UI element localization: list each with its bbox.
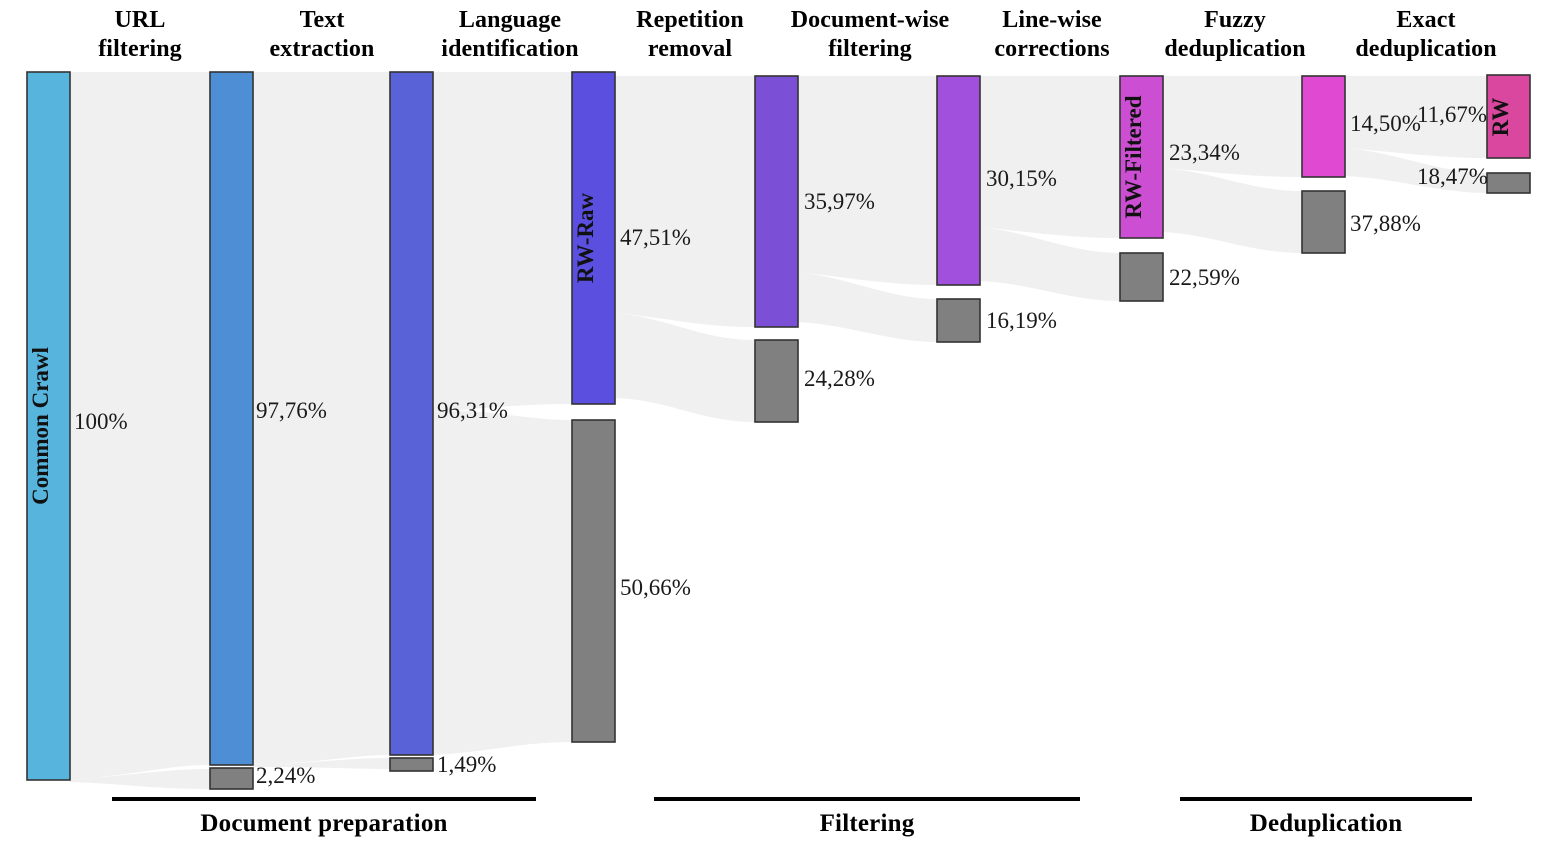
flow-band-removed-docfilter	[615, 313, 755, 422]
pct-label-removed-repetition: 50,66%	[620, 575, 691, 600]
node-removed-text-extraction[interactable]	[389, 757, 434, 772]
node-after-fuzzy-dedup[interactable]	[1301, 75, 1346, 178]
flow-band-removed-repetition	[433, 411, 572, 755]
node-after-text-extraction[interactable]	[389, 71, 434, 756]
node-after-document-filtering[interactable]	[936, 75, 981, 286]
node-after-repetition-removal[interactable]	[754, 75, 799, 328]
pct-label-removed-exact-dedup-a: 37,88%	[1350, 211, 1421, 236]
node-removed-fuzzy-dedup[interactable]	[1119, 252, 1164, 302]
phase-rule	[654, 797, 1080, 801]
pct-label-after-text-extraction: 96,31%	[437, 398, 508, 423]
pct-label-rw-raw: 47,51%	[620, 225, 691, 250]
flow-band-rwraw-to-docfilter	[615, 76, 755, 327]
pct-label-rw: 11,67%	[1417, 102, 1488, 127]
sankey-figure: URL filtering Text extraction Language i…	[0, 0, 1554, 866]
pct-label-after-url-filtering: 97,76%	[256, 398, 327, 423]
phase-filtering: Filtering	[654, 797, 1080, 838]
phase-label: Document preparation	[200, 810, 448, 837]
pct-label-after-repetition-removal: 35,97%	[804, 189, 875, 214]
pct-label-rw-filtered: 23,34%	[1169, 140, 1240, 165]
node-removed-document-filtering[interactable]	[754, 339, 799, 423]
phase-label: Filtering	[819, 810, 915, 837]
node-label-rw-raw: RW-Raw	[573, 192, 598, 283]
node-removed-exact-dedup-a[interactable]	[1301, 190, 1346, 254]
phase-deduplication: Deduplication	[1180, 797, 1472, 838]
node-after-url-filtering[interactable]	[209, 71, 254, 766]
pct-label-removed-fuzzy-dedup: 22,59%	[1169, 265, 1240, 290]
phase-rule	[1180, 797, 1472, 801]
flow-band-removed-fuzzy	[980, 227, 1120, 301]
node-removed-repetition[interactable]	[571, 419, 616, 743]
node-label-rw-filtered: RW-Filtered	[1121, 95, 1146, 218]
pct-label-removed-document-filtering: 24,28%	[804, 366, 875, 391]
node-removed-url-filtering[interactable]	[209, 767, 254, 790]
node-bars	[26, 71, 1531, 790]
pct-label-after-fuzzy-dedup: 14,50%	[1350, 111, 1421, 136]
flow-band-docfilter-to-linewise	[798, 76, 937, 285]
flow-band-linewise-to-rwfiltered	[980, 76, 1120, 238]
pct-label-removed-exact-dedup-b: 18,47%	[1417, 164, 1488, 189]
node-removed-exact-dedup-b[interactable]	[1486, 172, 1531, 194]
node-label-common-crawl: Common Crawl	[28, 347, 53, 505]
flow-band-textextract-to-rwraw	[433, 72, 572, 412]
pct-label-after-document-filtering: 30,15%	[986, 166, 1057, 191]
pct-label-removed-text-extraction: 1,49%	[437, 752, 497, 777]
pct-label-removed-url-filtering: 2,24%	[256, 763, 316, 788]
flow-band-removed-exact-a	[1163, 168, 1302, 253]
phase-rule	[112, 797, 536, 801]
sankey-canvas: Common Crawl RW-Raw RW-Filtered RW	[26, 71, 1531, 790]
phase-label: Deduplication	[1249, 810, 1403, 837]
node-label-rw: RW	[1488, 98, 1513, 137]
pct-label-common-crawl: 100%	[74, 409, 128, 434]
phase-document-preparation: Document preparation	[112, 797, 536, 838]
node-removed-line-corrections[interactable]	[936, 298, 981, 343]
pct-label-removed-line-corrections: 16,19%	[986, 308, 1057, 333]
